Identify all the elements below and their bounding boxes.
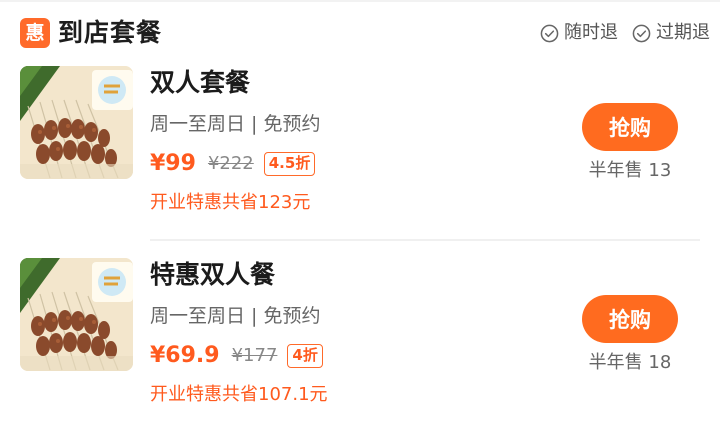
deal-availability: 周一至周日 | 免预约 [150,113,321,135]
deal-card[interactable]: 双人套餐 周一至周日 | 免预约 ¥99 ¥222 4.5折 开业特惠共省123… [20,66,710,226]
check-circle-icon [540,24,559,42]
deal-divider [150,239,700,241]
price-row: ¥69.9 ¥177 4折 [150,341,323,371]
discount-badge: 4折 [287,344,323,368]
deal-thumbnail[interactable] [20,66,133,179]
guarantee-refund-expired: 过期退 [632,21,710,45]
deal-availability: 周一至周日 | 免预约 [150,305,321,327]
deal-name[interactable]: 特惠双人餐 [150,258,275,292]
buy-button[interactable]: 抢购 [582,295,678,343]
hui-badge-icon: 惠 [20,18,50,48]
deal-thumbnail[interactable] [20,258,133,371]
saving-text: 开业特惠共省107.1元 [150,384,328,405]
section-title: 到店套餐 [58,18,163,47]
top-divider [0,0,720,2]
deal-price: ¥99 [150,151,196,176]
section-header: 惠 到店套餐 随时退 过期退 [20,14,710,54]
original-price: ¥177 [231,345,278,366]
deal-price: ¥69.9 [150,343,220,368]
deal-name[interactable]: 双人套餐 [150,66,250,100]
original-price: ¥222 [207,153,254,174]
guarantee-list: 随时退 过期退 [526,21,710,45]
price-row: ¥99 ¥222 4.5折 [150,149,316,179]
discount-badge: 4.5折 [263,152,316,176]
skewer-food-image [20,258,133,371]
guarantee-label: 随时退 [564,22,618,43]
guarantee-label: 过期退 [656,22,710,43]
check-circle-icon [632,24,651,42]
skewer-food-image [20,66,133,179]
saving-text: 开业特惠共省123元 [150,192,311,213]
buy-button[interactable]: 抢购 [582,103,678,151]
guarantee-refund-anytime: 随时退 [540,21,618,45]
deal-card[interactable]: 特惠双人餐 周一至周日 | 免预约 ¥69.9 ¥177 4折 开业特惠共省10… [20,258,710,418]
sales-count: 半年售 18 [588,352,672,373]
sales-count: 半年售 13 [588,160,672,181]
